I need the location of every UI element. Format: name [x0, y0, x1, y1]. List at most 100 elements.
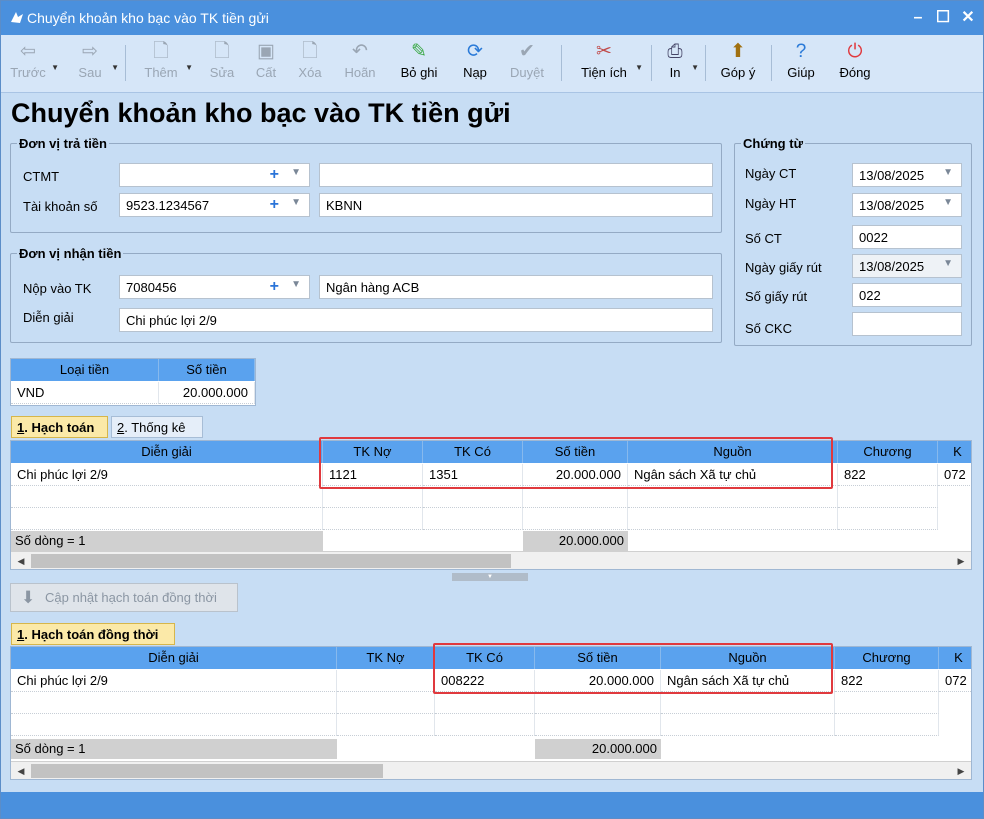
- grid1-empty-cell[interactable]: [11, 508, 323, 530]
- toolbar-previous-button[interactable]: ⇦ Trước ▼: [7, 39, 59, 89]
- toolbar-help-button[interactable]: ? Giúp: [783, 39, 819, 89]
- grid1-cell-credit[interactable]: 1351: [423, 464, 523, 486]
- payee-account-combo[interactable]: 7080456 + ▼: [119, 275, 310, 299]
- grid2-empty-cell[interactable]: [661, 692, 835, 714]
- toolbar-approve-button[interactable]: ✔ Duyệt: [505, 39, 549, 89]
- grid1-empty-cell[interactable]: [838, 486, 938, 508]
- grid1-cell-source[interactable]: Ngân sách Xã tự chủ: [628, 464, 838, 486]
- currency-type-cell[interactable]: VND: [11, 382, 159, 404]
- chevron-down-icon[interactable]: ▼: [943, 197, 953, 208]
- chevron-down-icon[interactable]: ▼: [691, 63, 699, 72]
- grid1-cell-description[interactable]: Chi phúc lợi 2/9: [11, 464, 323, 486]
- grid2-cell-amount[interactable]: 20.000.000: [535, 670, 661, 692]
- grid2-empty-cell[interactable]: [535, 692, 661, 714]
- chevron-down-icon[interactable]: ▼: [111, 63, 119, 72]
- grid1-empty-cell[interactable]: [323, 486, 423, 508]
- minimize-button[interactable]: –: [906, 7, 930, 29]
- ngay-giay-rut-date[interactable]: 13/08/2025 ▼: [852, 254, 962, 278]
- toolbar-edit-button[interactable]: 🗋 Sửa: [205, 39, 239, 89]
- description-field[interactable]: Chi phúc lợi 2/9: [119, 308, 713, 332]
- grid2-empty-cell[interactable]: [11, 692, 337, 714]
- grid1-cell-debit[interactable]: 1121: [323, 464, 423, 486]
- grid1-empty-cell[interactable]: [838, 508, 938, 530]
- grid1-empty-cell[interactable]: [628, 508, 838, 530]
- add-icon[interactable]: +: [270, 166, 279, 184]
- toolbar-label: Thêm: [144, 65, 178, 80]
- so-giay-rut-field[interactable]: 022: [852, 283, 962, 307]
- chevron-down-icon[interactable]: ▼: [291, 279, 301, 290]
- grid1-empty-cell[interactable]: [11, 486, 323, 508]
- grid2-empty-cell[interactable]: [661, 714, 835, 736]
- grid2-empty-cell[interactable]: [435, 692, 535, 714]
- so-ct-field[interactable]: 0022: [852, 225, 962, 249]
- maximize-button[interactable]: ☐: [931, 7, 955, 29]
- account-combo[interactable]: 9523.1234567 + ▼: [119, 193, 310, 217]
- account-name-field[interactable]: KBNN: [319, 193, 713, 217]
- chevron-down-icon[interactable]: ▼: [185, 63, 193, 72]
- currency-amount-cell[interactable]: 20.000.000: [159, 382, 255, 404]
- grid2-cell-chapter[interactable]: 822: [835, 670, 939, 692]
- tab-hach-toan[interactable]: 1. Hạch toán: [11, 416, 108, 438]
- grid2-empty-cell[interactable]: [337, 692, 435, 714]
- update-simultaneous-button[interactable]: ⬇ Cập nhật hạch toán đồng thời: [10, 583, 238, 612]
- tab-thong-ke[interactable]: 2. Thống kê: [111, 416, 203, 438]
- grid1-empty-cell[interactable]: [523, 508, 628, 530]
- splitter-handle[interactable]: ▼: [452, 573, 528, 581]
- grid1-empty-cell[interactable]: [323, 508, 423, 530]
- grid1-cell-k[interactable]: 072: [938, 464, 971, 486]
- scroll-thumb[interactable]: [31, 764, 383, 778]
- ngay-ct-date[interactable]: 13/08/2025 ▼: [852, 163, 962, 187]
- chevron-down-icon[interactable]: ▼: [291, 167, 301, 178]
- grid2-cell-debit[interactable]: [337, 670, 435, 692]
- grid2-empty-cell[interactable]: [535, 714, 661, 736]
- grid2-empty-cell[interactable]: [835, 714, 939, 736]
- grid1-empty-cell[interactable]: [628, 486, 838, 508]
- grid2-empty-cell[interactable]: [435, 714, 535, 736]
- grid1-cell-chapter[interactable]: 822: [838, 464, 938, 486]
- toolbar-utilities-button[interactable]: ✂ Tiện ích ▼: [575, 39, 643, 89]
- add-icon[interactable]: +: [270, 278, 279, 296]
- ctmt-name-field[interactable]: [319, 163, 713, 187]
- ngay-ht-date[interactable]: 13/08/2025 ▼: [852, 193, 962, 217]
- ctmt-combo[interactable]: + ▼: [119, 163, 310, 187]
- payee-bank-field[interactable]: Ngân hàng ACB: [319, 275, 713, 299]
- scroll-right-icon[interactable]: ▶: [953, 554, 969, 568]
- toolbar-print-button[interactable]: ⎙ In ▼: [661, 39, 699, 89]
- grid2-cell-description[interactable]: Chi phúc lợi 2/9: [11, 670, 337, 692]
- toolbar-save-button[interactable]: ▣ Cất: [249, 39, 283, 89]
- chevron-down-icon[interactable]: ▼: [51, 63, 59, 72]
- toolbar-reload-button[interactable]: ⟳ Nạp: [457, 39, 493, 89]
- scroll-right-icon[interactable]: ▶: [953, 764, 969, 778]
- grid1-empty-cell[interactable]: [423, 486, 523, 508]
- grid2-empty-cell[interactable]: [337, 714, 435, 736]
- chevron-down-icon[interactable]: ▼: [635, 63, 643, 72]
- grid1-hscrollbar[interactable]: ◀ ▶: [11, 551, 971, 569]
- grid2-cell-k[interactable]: 072: [939, 670, 971, 692]
- grid2-empty-cell[interactable]: [835, 692, 939, 714]
- toolbar-close-button[interactable]: ⏻ Đóng: [835, 39, 875, 89]
- toolbar-feedback-button[interactable]: ⬆ Góp ý: [717, 39, 759, 89]
- toolbar-unpost-button[interactable]: ✎ Bỏ ghi: [395, 39, 443, 89]
- grid2-cell-credit[interactable]: 008222: [435, 670, 535, 692]
- chevron-down-icon[interactable]: ▼: [943, 258, 953, 269]
- toolbar-undo-button[interactable]: ↶ Hoãn: [339, 39, 381, 89]
- chevron-down-icon[interactable]: ▼: [943, 167, 953, 178]
- grid2-empty-cell[interactable]: [11, 714, 337, 736]
- grid2-hscrollbar[interactable]: ◀ ▶: [11, 761, 971, 779]
- grid1-empty-cell[interactable]: [423, 508, 523, 530]
- toolbar-delete-button[interactable]: 🗋 Xóa: [293, 39, 327, 89]
- close-button[interactable]: ✕: [956, 7, 980, 29]
- grid2-cell-source[interactable]: Ngân sách Xã tự chủ: [661, 670, 835, 692]
- scroll-thumb[interactable]: [31, 554, 511, 568]
- tab-hach-toan-dong-thoi[interactable]: 1. Hạch toán đồng thời: [11, 623, 175, 645]
- grid1-cell-amount[interactable]: 20.000.000: [523, 464, 628, 486]
- toolbar-add-button[interactable]: 🗋 Thêm ▼: [139, 39, 193, 89]
- grid1-empty-cell[interactable]: [523, 486, 628, 508]
- scroll-left-icon[interactable]: ◀: [13, 554, 29, 568]
- scroll-left-icon[interactable]: ◀: [13, 764, 29, 778]
- so-ckc-field[interactable]: [852, 312, 962, 336]
- toolbar-next-button[interactable]: ⇨ Sau ▼: [71, 39, 119, 89]
- grid1-total: 20.000.000: [523, 531, 628, 551]
- chevron-down-icon[interactable]: ▼: [291, 197, 301, 208]
- add-icon[interactable]: +: [270, 196, 279, 214]
